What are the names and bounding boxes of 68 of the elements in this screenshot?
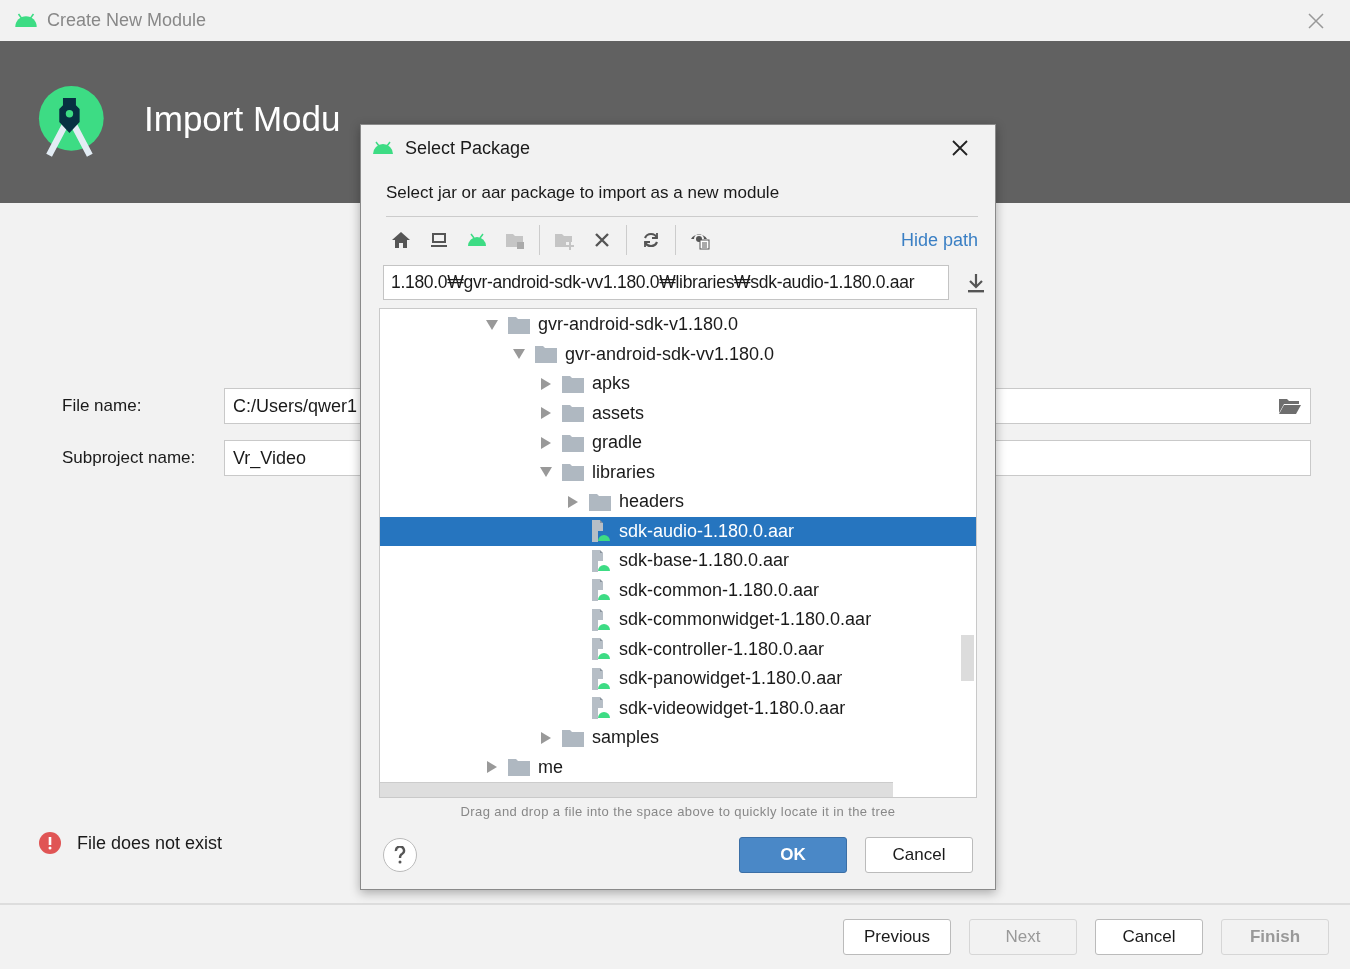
android-file-icon [589,520,611,543]
scrollbar-thumb[interactable] [380,782,893,797]
expand-arrow-icon[interactable] [540,436,552,449]
tree-item[interactable]: sdk-panowidget-1.180.0.aar [380,664,976,694]
header-title: Import Modu [144,99,341,139]
close-icon[interactable] [952,140,968,156]
tree-item[interactable]: headers [380,487,976,517]
dialog-title: Select Package [405,137,531,159]
folder-icon [589,492,611,511]
collapse-arrow-icon[interactable] [540,466,552,479]
android-file-icon [589,638,611,661]
tree-item[interactable]: gvr-android-sdk-v1.180.0 [380,310,976,340]
tree-item[interactable]: apks [380,369,976,399]
help-button[interactable] [383,838,417,872]
dialog-button[interactable]: OK [739,837,847,873]
folder-icon [562,404,584,423]
expand-arrow-icon[interactable] [567,495,579,508]
expand-arrow-icon[interactable] [540,731,552,744]
tree-item[interactable]: sdk-videowidget-1.180.0.aar [380,693,976,723]
android-file-icon [589,667,611,690]
collapse-arrow-icon[interactable] [513,348,525,361]
folder-icon [562,433,584,452]
tree-item[interactable]: sdk-controller-1.180.0.aar [380,634,976,664]
tree-item[interactable]: sdk-common-1.180.0.aar [380,575,976,605]
tree-item[interactable]: me [380,752,976,782]
tree-item[interactable]: gvr-android-sdk-vv1.180.0 [380,339,976,369]
folder-icon [535,345,557,364]
refresh-icon[interactable] [641,230,661,250]
android-file-icon [589,608,611,631]
field-label: File name: [62,396,143,416]
folder-icon [562,463,584,482]
android-icon [13,13,39,28]
scrollbar-thumb[interactable] [961,635,974,681]
dialog-description: Select jar or aar package to import as a new module [386,171,978,217]
error-message: File does not exist [77,832,223,854]
folder-icon [562,728,584,747]
question-mark-icon [394,846,406,864]
android-file-icon [589,697,611,720]
android-file-icon [589,579,611,602]
desktop-icon[interactable] [429,230,449,250]
home-icon[interactable] [391,230,411,250]
dialog-button[interactable]: Cancel [865,837,973,873]
expand-arrow-icon[interactable] [540,407,552,420]
error-icon [39,832,61,854]
tree-item[interactable]: sdk-audio-1.180.0.aar [380,516,976,546]
tree-item[interactable]: sdk-commonwidget-1.180.0.aar [380,605,976,635]
tree-item[interactable]: gradle [380,428,976,458]
tree-item[interactable]: sdk-base-1.180.0.aar [380,546,976,576]
folder-icon[interactable] [1278,397,1302,415]
folder-icon [562,374,584,393]
folder-icon [508,315,530,334]
tree-item[interactable]: libraries [380,457,976,487]
hint-text: Drag and drop a file into the space above to quickly locate it in the tree [459,804,897,819]
expand-arrow-icon[interactable] [486,761,498,774]
wizard-button[interactable]: Previous [843,919,951,955]
tree-item[interactable]: samples [380,723,976,753]
tree-item[interactable]: assets [380,398,976,428]
hide-path-link[interactable]: Hide path [900,229,978,251]
folder-icon [508,758,530,777]
field-label: Subproject name: [62,448,197,468]
expand-arrow-icon[interactable] [540,377,552,390]
android-file-icon [589,549,611,572]
window-title: Create New Module [47,10,207,31]
android-icon [371,141,395,155]
collapse-arrow-icon[interactable] [486,318,498,331]
wizard-button[interactable]: Cancel [1095,919,1203,955]
path-field[interactable]: 1.180.0₩gvr-android-sdk-vv1.180.0₩libraries₩sdk-audio-1.180.0.aar [383,265,949,300]
download-icon[interactable] [967,272,985,293]
